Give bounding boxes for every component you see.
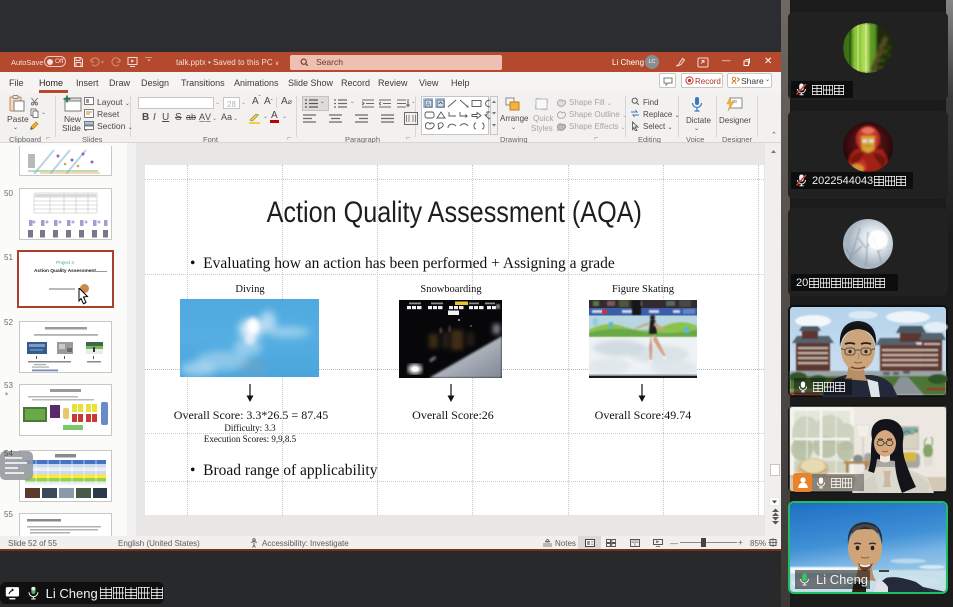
svg-text:A: A [426,102,430,108]
